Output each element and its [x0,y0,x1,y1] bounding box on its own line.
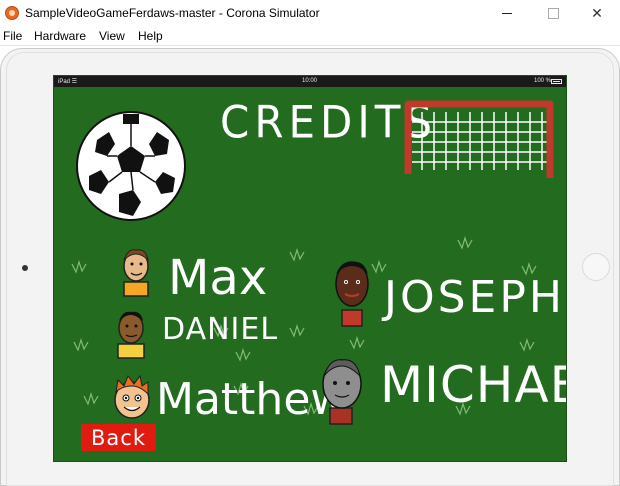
matthew-avatar [114,374,150,419]
menu-hardware[interactable]: Hardware [34,29,86,43]
corona-app-icon [5,6,19,20]
minimize-button[interactable] [484,0,530,27]
window-title: SampleVideoGameFerdaws-master - Corona S… [25,6,320,20]
back-button[interactable]: Back [81,424,156,451]
daniel-avatar [117,311,145,359]
front-camera-icon [22,265,28,271]
game-screen: iPad ☰ 10:00 100 % CREDITS Max DANIEL Ma… [53,75,567,462]
close-button[interactable]: ✕ [574,0,620,27]
soccer-ball-icon [76,111,186,221]
name-joseph: JOSEPH [384,272,565,323]
name-daniel: DANIEL [162,312,279,347]
menu-help[interactable]: Help [138,29,163,43]
max-avatar [123,249,149,297]
menu-view[interactable]: View [99,29,125,43]
window-titlebar: SampleVideoGameFerdaws-master - Corona S… [0,0,620,27]
home-button[interactable] [582,253,610,281]
menu-bar: File Hardware View Help [0,27,620,46]
soccer-goal-icon [404,100,554,178]
menu-file[interactable]: File [3,29,22,43]
michael-avatar [322,359,362,425]
maximize-button[interactable] [530,0,576,27]
name-michael: MICHAEL [380,356,566,414]
name-max: Max [168,250,268,306]
joseph-avatar [335,261,369,327]
